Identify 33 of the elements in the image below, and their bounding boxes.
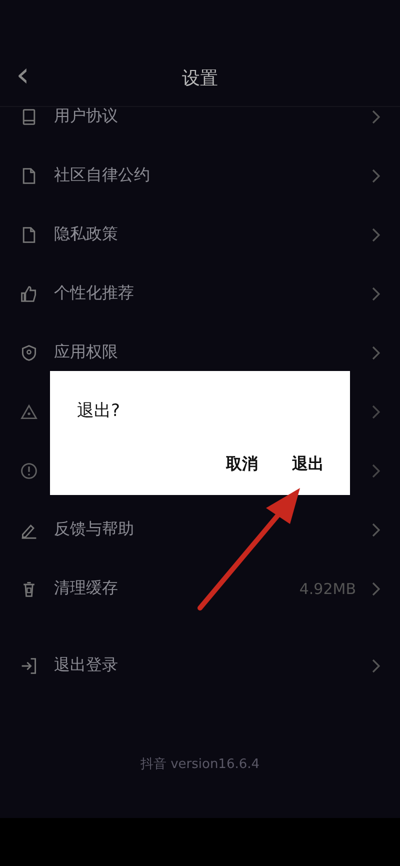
chevron-icon bbox=[372, 658, 380, 672]
logout-label[interactable]: 退出登录 bbox=[54, 655, 118, 676]
logout-icon bbox=[20, 656, 38, 674]
setting-label[interactable]: 社区自律公约 bbox=[54, 165, 150, 186]
setting-label[interactable]: 用户协议 bbox=[54, 106, 118, 127]
document-icon bbox=[20, 226, 38, 244]
chevron-icon bbox=[372, 582, 380, 596]
version-text: 抖音 version16.6.4 bbox=[139, 756, 261, 773]
chevron-icon bbox=[372, 404, 380, 418]
document-icon bbox=[20, 166, 38, 184]
alert-icon bbox=[20, 462, 38, 480]
triangle-icon bbox=[20, 402, 38, 420]
setting-label[interactable]: 反馈与帮助 bbox=[54, 519, 134, 540]
setting-label[interactable]: 清理缓存 bbox=[54, 578, 118, 599]
chevron-icon bbox=[372, 464, 380, 478]
chevron-icon bbox=[372, 110, 380, 124]
chevron-icon bbox=[372, 228, 380, 242]
book-icon bbox=[20, 108, 38, 126]
chevron-icon bbox=[372, 346, 380, 360]
chevron-icon bbox=[372, 522, 380, 536]
shield-icon bbox=[20, 344, 38, 362]
setting-label[interactable]: 应用权限 bbox=[54, 342, 118, 363]
cancel-button[interactable]: 取消 bbox=[220, 450, 264, 479]
thumbs-up-icon bbox=[20, 284, 38, 302]
dialog-title: 退出? bbox=[76, 400, 122, 422]
page-title: 设置 bbox=[182, 67, 218, 90]
setting-label[interactable]: 个性化推荐 bbox=[54, 283, 134, 304]
cache-size: 4.92MB bbox=[299, 580, 356, 598]
setting-label[interactable]: 隐私政策 bbox=[54, 224, 118, 245]
back-button[interactable]: ‹ bbox=[16, 58, 30, 92]
chevron-icon bbox=[372, 286, 380, 300]
confirm-button[interactable]: 退出 bbox=[286, 450, 330, 479]
chevron-icon bbox=[372, 168, 380, 182]
